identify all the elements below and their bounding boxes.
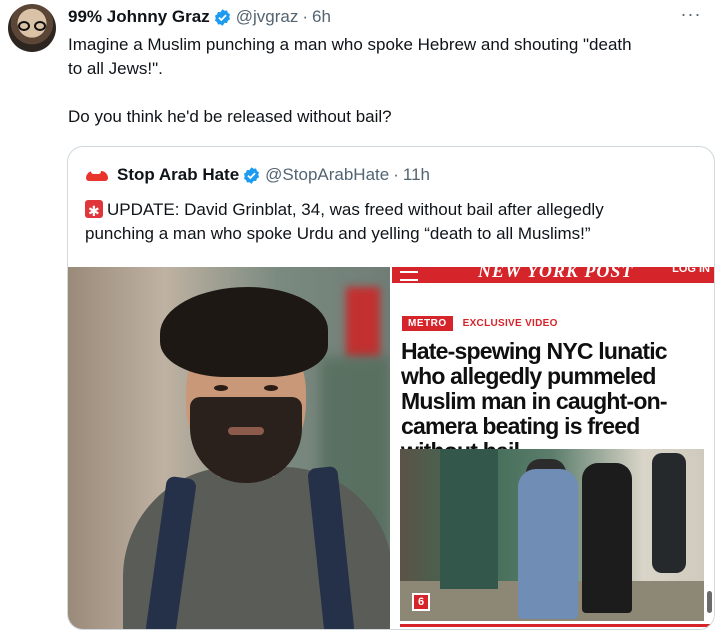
nypost-login: LOG IN [672, 267, 710, 275]
author-handle[interactable]: @jvgraz [236, 7, 299, 27]
article-headline: Hate-spewing NYC lunatic who allegedly p… [401, 339, 668, 449]
author-display-name[interactable]: 99% Johnny Graz [68, 7, 210, 27]
news-screenshot[interactable]: NEW YORK POST LOG IN METRO EXCLUSIVE VID… [392, 267, 714, 629]
quote-display-name[interactable]: Stop Arab Hate [117, 165, 239, 185]
tweet-text-line-1: Imagine a Muslim punching a man who spok… [68, 35, 632, 54]
quote-text: UPDATE: David Grinblat, 34, was freed wi… [85, 198, 705, 246]
menu-icon [400, 271, 418, 281]
quote-handle[interactable]: @StopArabHate [265, 165, 389, 185]
author-avatar[interactable] [8, 4, 56, 52]
tweet: 99% Johnny Graz @jvgraz · 6h ··· Imagine… [0, 0, 722, 636]
more-dots-icon[interactable]: ··· [676, 4, 706, 28]
quote-timestamp[interactable]: 11h [403, 165, 430, 185]
separator-dot: · [393, 165, 399, 184]
photo-badge: 6 [412, 593, 430, 611]
exclusive-label: EXCLUSIVE VIDEO [462, 317, 558, 329]
siren-icon [85, 199, 103, 223]
verified-badge-icon [244, 166, 260, 184]
tweet-timestamp[interactable]: 6h [312, 7, 331, 27]
article-photo: 6 [400, 449, 704, 621]
quote-media: NEW YORK POST LOG IN METRO EXCLUSIVE VID… [68, 267, 714, 629]
article-tags: METRO EXCLUSIVE VIDEO [402, 315, 558, 331]
glasses-graphic [18, 21, 46, 31]
scrollbar-thumb [707, 591, 712, 613]
nypost-header-bar: NEW YORK POST LOG IN [392, 267, 714, 283]
quote-avatar[interactable] [85, 163, 109, 187]
red-divider [400, 624, 710, 627]
quote-header: Stop Arab Hate @StopArabHate · 11h [85, 163, 430, 187]
verified-badge-icon [214, 8, 230, 26]
separator-dot: · [302, 7, 308, 26]
metro-tag: METRO [402, 315, 453, 331]
quote-text-line-1: UPDATE: David Grinblat, 34, was freed wi… [85, 198, 705, 223]
mugshot-photo[interactable] [68, 267, 390, 629]
tweet-text-paragraph-2: Do you think he'd be released without ba… [68, 107, 392, 126]
tweet-text: Imagine a Muslim punching a man who spok… [68, 33, 708, 129]
tweet-text-line-2: to all Jews!". [68, 59, 163, 78]
quote-text-line-1-content: UPDATE: David Grinblat, 34, was freed wi… [107, 200, 604, 219]
nypost-logo: NEW YORK POST [478, 267, 634, 281]
quoted-tweet[interactable]: Stop Arab Hate @StopArabHate · 11h UPDAT… [67, 146, 715, 630]
tweet-header: 99% Johnny Graz @jvgraz · 6h [68, 6, 331, 28]
quote-text-line-2: punching a man who spoke Urdu and yellin… [85, 224, 591, 243]
